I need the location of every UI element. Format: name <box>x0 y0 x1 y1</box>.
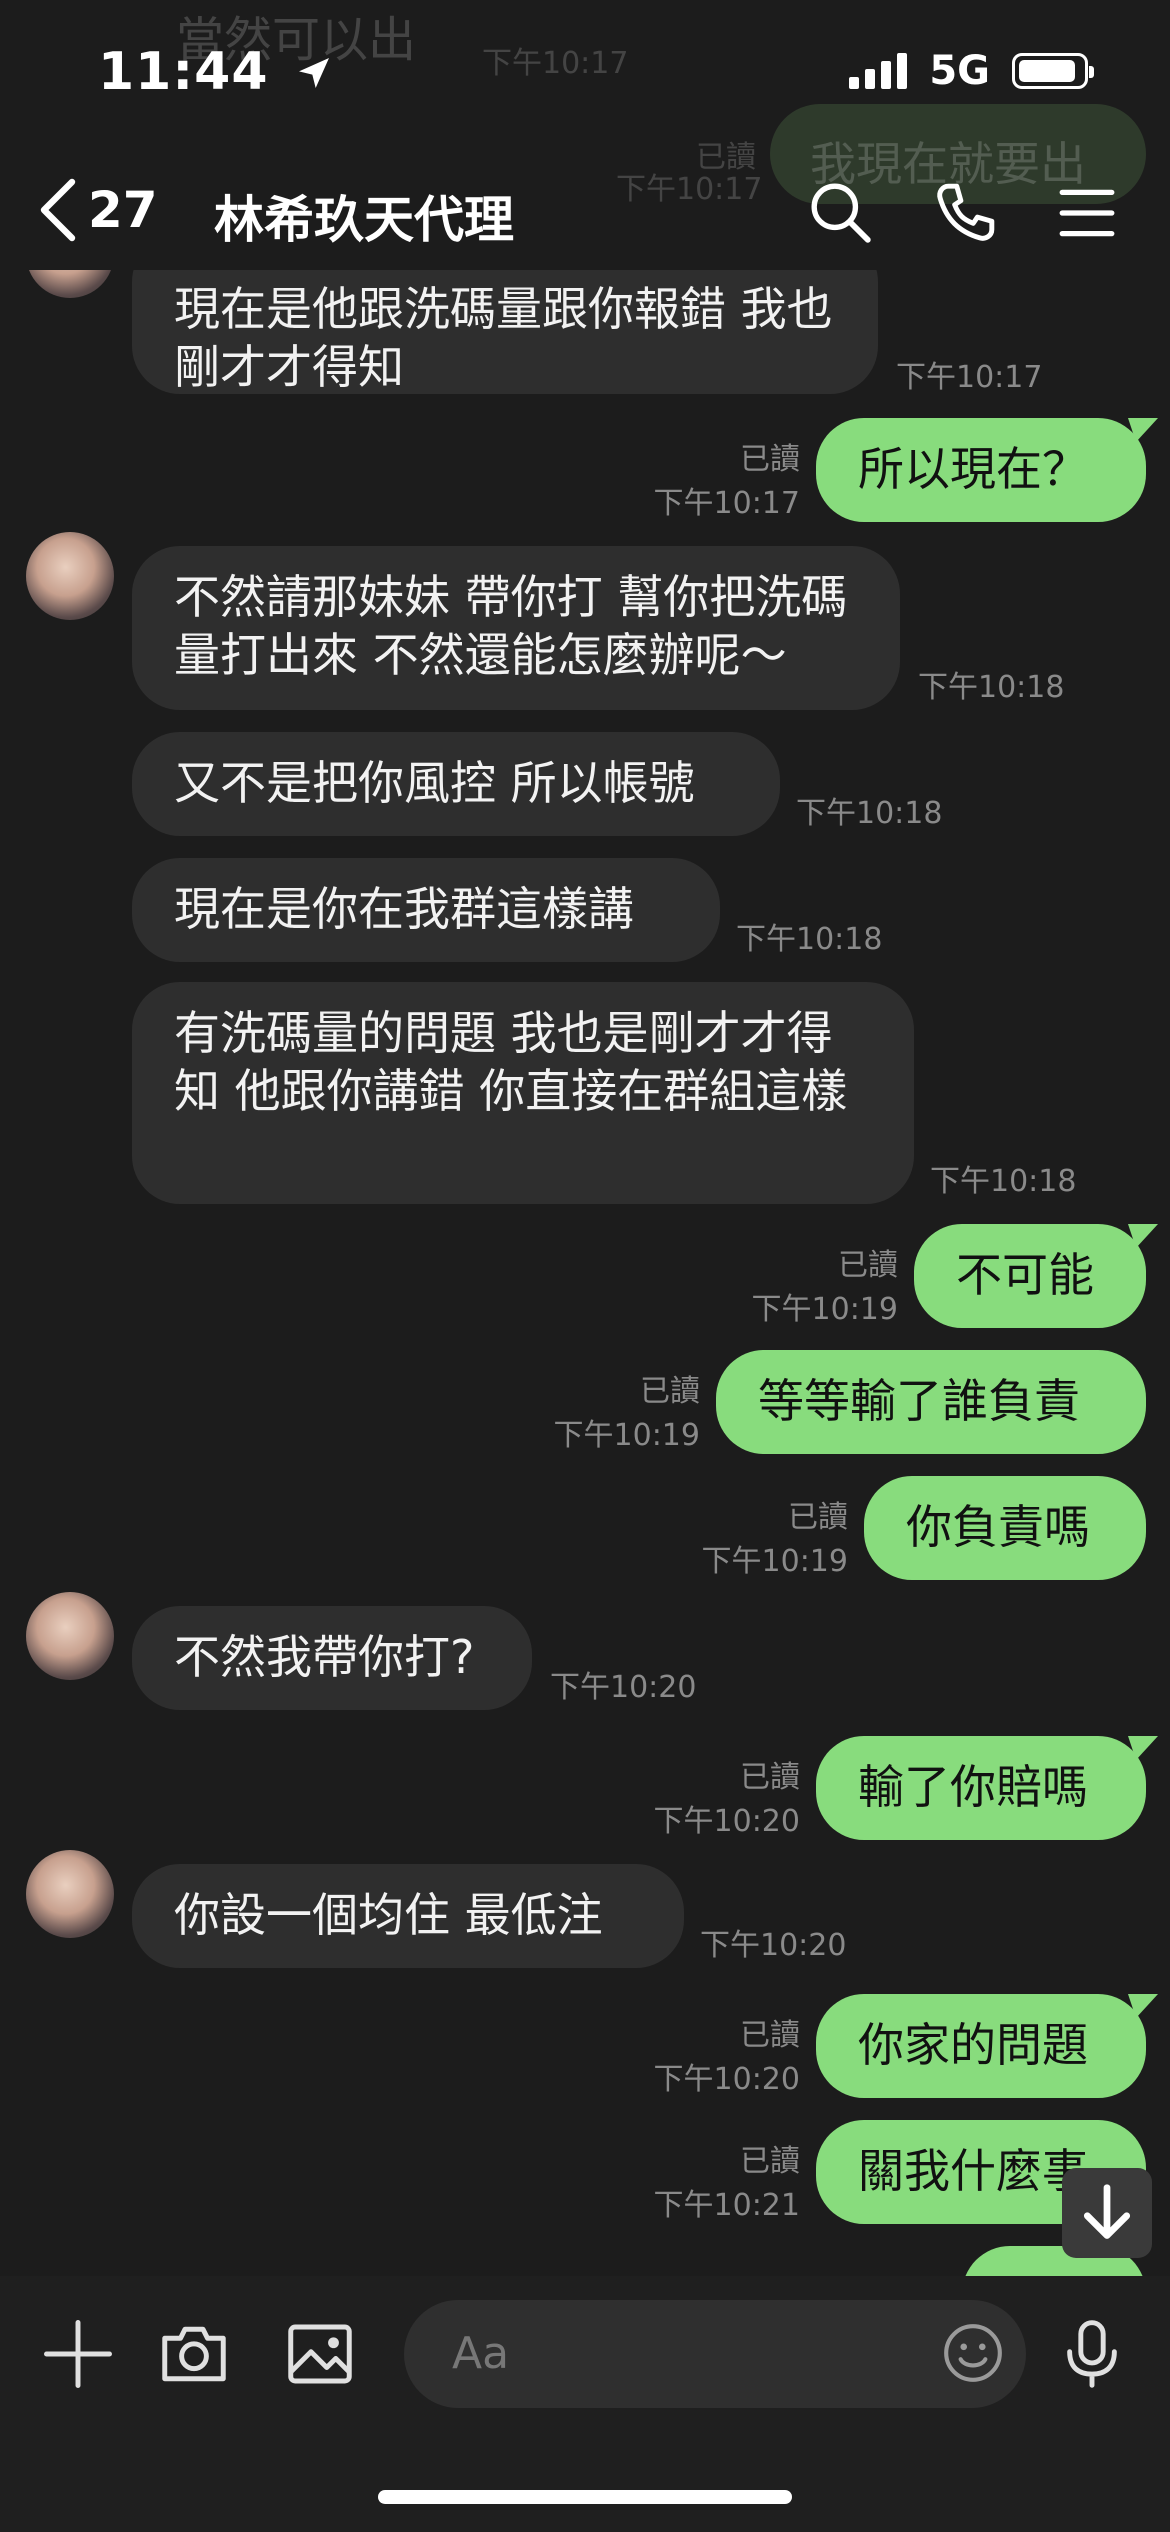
message-time: 下午10:21 <box>653 2188 800 2223</box>
chevron-left-icon <box>40 178 76 242</box>
message-time: 下午10:18 <box>736 922 883 957</box>
bubble-tail <box>1128 1736 1158 1760</box>
message-time: 下午10:17 <box>653 486 800 521</box>
image-button[interactable] <box>284 2318 356 2394</box>
message-time: 下午10:18 <box>930 1164 1077 1199</box>
status-icons: 5G <box>849 48 1094 94</box>
search-button[interactable] <box>808 180 874 246</box>
message-list[interactable]: 現在是他跟洗碼量跟你報錯 我也剛才才得知 下午10:17 所以現在？ 已讀 下午… <box>0 270 1170 2276</box>
emoji-icon <box>944 2324 1002 2382</box>
message-time: 下午10:20 <box>550 1670 697 1705</box>
emoji-button[interactable] <box>940 2320 1006 2390</box>
phone-icon <box>937 183 995 241</box>
message-time: 下午10:20 <box>653 2062 800 2097</box>
microphone-button[interactable] <box>1056 2316 1128 2396</box>
incoming-message[interactable]: 不然請那妹妹 帶你打 幫你把洗碼量打出來 不然還能怎麼辦呢～ <box>132 546 900 710</box>
outgoing-message[interactable]: 等等輸了誰負責 <box>716 1350 1146 1454</box>
read-label: 已讀 <box>640 1374 700 1409</box>
plus-icon <box>44 2320 112 2388</box>
bubble-tail <box>1128 1994 1158 2018</box>
read-label: 已讀 <box>740 1760 800 1795</box>
outgoing-message[interactable]: 所以現在？ <box>816 418 1146 522</box>
read-label: 已讀 <box>740 2018 800 2053</box>
unread-count: 27 <box>88 181 158 239</box>
arrow-down-icon <box>1083 2184 1131 2239</box>
message-time: 下午10:19 <box>701 1544 848 1579</box>
message-input[interactable]: Aa <box>404 2300 1026 2408</box>
call-button[interactable] <box>932 180 998 246</box>
search-icon <box>811 183 871 243</box>
bubble-tail <box>1128 418 1158 442</box>
signal-icon <box>849 53 908 89</box>
incoming-message[interactable]: 不然我帶你打? <box>132 1606 532 1710</box>
incoming-message[interactable]: 現在是他跟洗碼量跟你報錯 我也剛才才得知 <box>132 270 878 394</box>
read-label: 已讀 <box>838 1248 898 1283</box>
scroll-to-bottom-button[interactable] <box>1062 2168 1152 2258</box>
image-icon <box>288 2324 352 2384</box>
read-label: 已讀 <box>740 2144 800 2179</box>
microphone-icon <box>1067 2320 1117 2388</box>
status-time: 11:44 <box>98 42 334 102</box>
avatar[interactable] <box>26 1592 114 1680</box>
read-label: 已讀 <box>788 1500 848 1535</box>
read-label: 已讀 <box>740 442 800 477</box>
home-indicator[interactable] <box>378 2490 792 2504</box>
outgoing-message[interactable]: 你家的問題 <box>816 1994 1146 2098</box>
outgoing-message[interactable]: 不可能 <box>914 1224 1146 1328</box>
chat-header: 27 林希玖天代理 <box>0 160 1170 270</box>
incoming-message[interactable]: 你設一個均住 最低注 <box>132 1864 684 1968</box>
avatar[interactable] <box>26 270 114 298</box>
battery-icon <box>1012 53 1094 89</box>
message-time: 下午10:20 <box>653 1804 800 1839</box>
outgoing-message[interactable]: 你負責嗎 <box>864 1476 1146 1580</box>
input-placeholder: Aa <box>452 2328 510 2379</box>
incoming-message[interactable]: 又不是把你風控 所以帳號 <box>132 732 780 836</box>
message-time: 下午10:18 <box>918 670 1065 705</box>
message-time: 下午10:19 <box>751 1292 898 1327</box>
bubble-tail <box>1128 1224 1158 1248</box>
outgoing-message[interactable]: 輸了你賠嗎 <box>816 1736 1146 1840</box>
incoming-message[interactable]: 有洗碼量的問題 我也是剛才才得知 他跟你講錯 你直接在群組這樣 <box>132 982 914 1204</box>
message-time: 下午10:20 <box>700 1928 847 1963</box>
location-arrow-icon <box>298 58 329 88</box>
avatar[interactable] <box>26 1850 114 1938</box>
message-time: 下午10:18 <box>796 796 943 831</box>
message-time: 下午10:19 <box>553 1418 700 1453</box>
chat-title: 林希玖天代理 <box>214 191 514 249</box>
message-time: 下午10:17 <box>896 360 1043 395</box>
plus-button[interactable] <box>42 2318 114 2394</box>
back-button[interactable]: 27 <box>36 178 158 242</box>
menu-icon <box>1059 189 1115 237</box>
menu-button[interactable] <box>1054 180 1120 246</box>
ghost-message-time: 下午10:17 <box>482 46 629 81</box>
camera-button[interactable] <box>158 2318 230 2394</box>
avatar[interactable] <box>26 532 114 620</box>
network-label: 5G <box>929 48 990 94</box>
camera-icon <box>162 2326 226 2382</box>
incoming-message[interactable]: 現在是你在我群這樣講 <box>132 858 720 962</box>
